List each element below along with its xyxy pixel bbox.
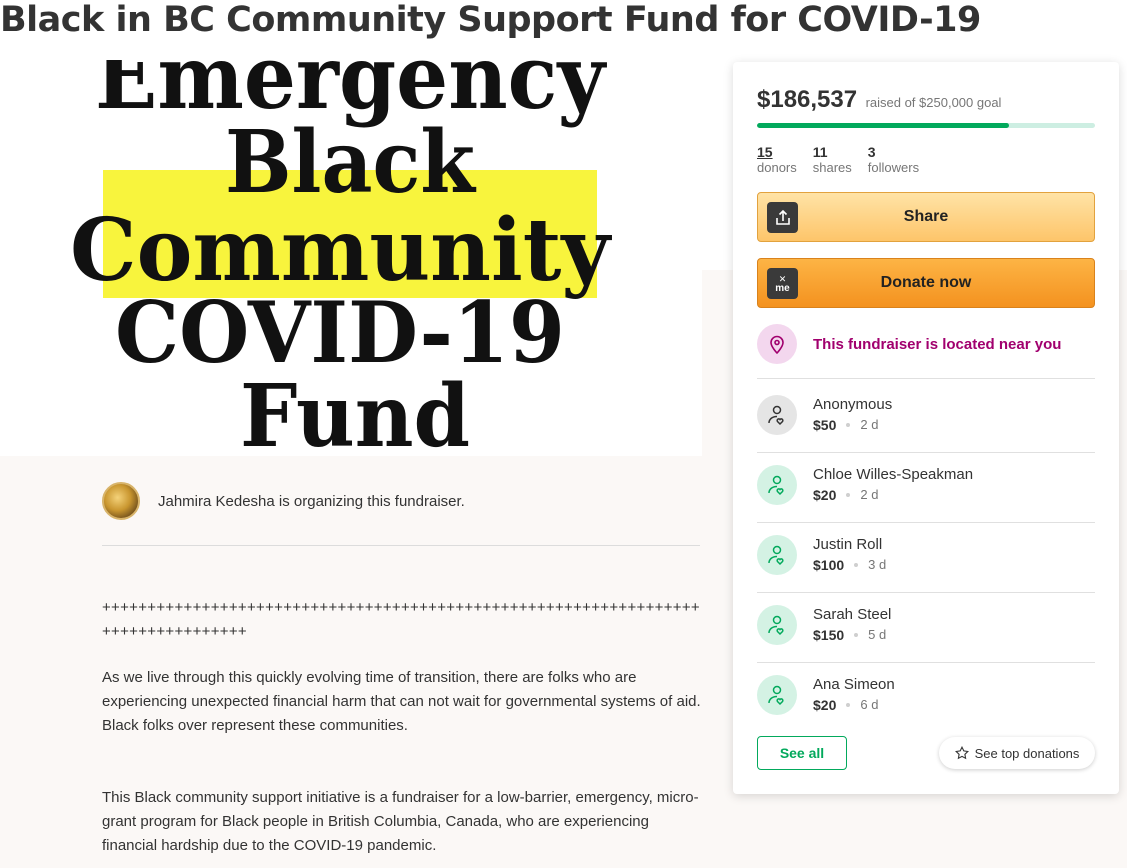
donor-heart-hand-icon [757,535,797,575]
see-top-donations-label: See top donations [974,745,1080,761]
donation-time: 6 d [860,697,879,712]
stat-shares-label: shares [812,160,852,175]
donation-time: 2 d [860,417,879,432]
goal-text: raised of $250,000 goal [865,95,1002,110]
donor-heart-hand-icon [757,675,797,715]
star-icon [954,746,969,760]
donation-amount: $20 [813,697,837,713]
stat-shares-count: 11 [812,144,828,160]
stats-row: 15 donors 11 shares 3 followers [757,144,919,176]
donation-item: Chloe Willes-Speakman $20 2 d [757,460,1095,510]
progress-fill [757,123,1010,128]
donor-name: Sarah Steel [813,606,892,623]
organizer-row: Jahmira Kedesha is organizing this fundr… [102,481,702,521]
organizer-text: Jahmira Kedesha is organizing this fundr… [158,492,465,510]
story-separator-pluses: ++++++++++++++++++++++++++++++++++++++++… [102,599,700,640]
donate-now-button[interactable]: ✕ me Donate now [757,258,1095,308]
donation-item: Ana Simeon $20 6 d [757,670,1095,720]
donation-amount: $50 [813,417,837,433]
donor-heart-hand-icon [757,395,797,435]
organizer-avatar[interactable] [102,482,140,520]
donation-item: Sarah Steel $150 5 d [757,600,1095,650]
stat-followers-label: followers [867,160,920,175]
divider [757,378,1095,379]
donor-name: Chloe Willes-Speakman [813,466,974,483]
dot-separator [846,493,851,497]
raised-amount: $186,537 [757,86,858,113]
stat-donors-label: donors [757,160,797,175]
dot-separator [846,423,851,427]
page-title: Black in BC Community Support Fund for C… [0,0,981,40]
stat-shares: 11 shares [813,144,852,176]
story-paragraph-2: This Black community support initiative … [102,789,699,854]
divider [757,522,1095,523]
share-button[interactable]: Share [757,192,1095,242]
donation-amount: $20 [813,487,837,503]
share-label: Share [903,208,949,225]
stat-followers: 3 followers [868,144,919,176]
donation-item: Anonymous $50 2 d [757,390,1095,440]
location-notice-text: This fundraiser is located near you [813,335,1062,353]
donation-time: 5 d [868,627,887,642]
hero-image[interactable]: Emergency Black Community COVID-19 Fund [0,60,702,456]
stat-followers-count: 3 [867,144,876,160]
location-notice: This fundraiser is located near you [757,324,1095,364]
donation-sidebar-card: $186,537 raised of $250,000 goal 15 dono… [733,62,1119,794]
donor-heart-hand-icon [757,465,797,505]
donation-amount: $100 [813,557,845,573]
dot-separator [854,633,859,637]
divider [757,592,1095,593]
share-icon [767,202,798,233]
donate-label: Donate now [880,274,972,291]
location-pin-icon [757,324,797,364]
see-top-donations-button[interactable]: See top donations [939,737,1095,769]
divider [757,452,1095,453]
donation-time: 3 d [868,557,887,572]
stat-donors-count[interactable]: 15 [757,144,797,160]
raised-summary: $186,537 raised of $250,000 goal [757,86,1001,114]
donor-name: Anonymous [813,396,893,413]
story-paragraph-1: As we live through this quickly evolving… [102,669,701,734]
donation-item: Justin Roll $100 3 d [757,530,1095,580]
donation-time: 2 d [860,487,879,502]
donor-heart-hand-icon [757,605,797,645]
dot-separator [846,703,851,707]
hero-line-black: Black [225,112,477,213]
hero-line-fund: Fund [240,366,470,456]
donation-amount: $150 [813,627,845,643]
donor-name: Justin Roll [813,536,883,553]
see-all-button[interactable]: See all [757,736,847,770]
divider [757,662,1095,663]
donate-icon-text: me [775,282,790,294]
dot-separator [854,563,859,567]
divider [102,545,700,546]
gofundme-me-icon: ✕ me [767,268,798,299]
donor-name: Ana Simeon [813,676,895,693]
progress-bar [757,123,1095,128]
stat-donors[interactable]: 15 donors [757,144,797,176]
